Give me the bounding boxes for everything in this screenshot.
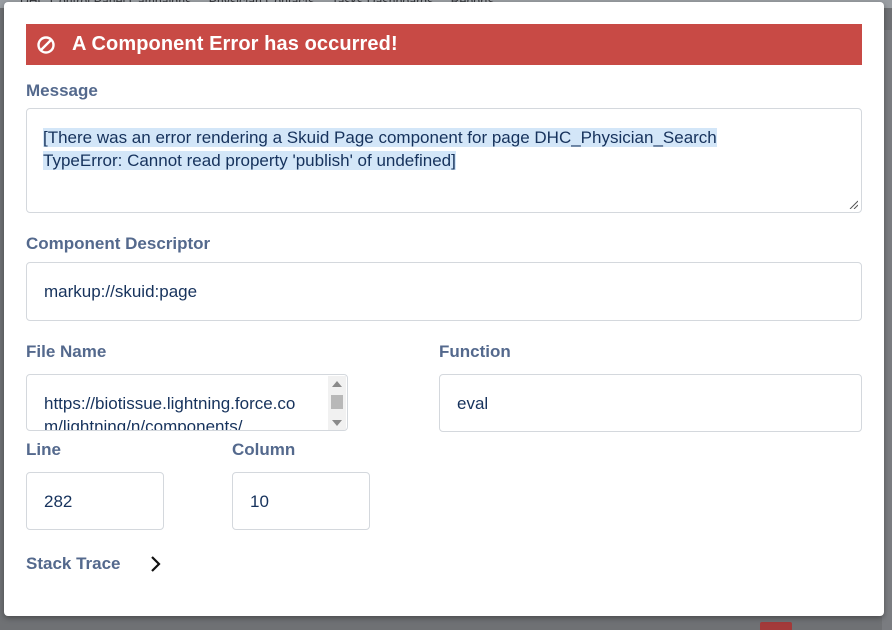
message-line-2: TypeError: Cannot read property 'publish… [43,151,456,170]
component-descriptor-value: markup://skuid:page [44,282,198,301]
chevron-right-icon[interactable] [149,554,163,574]
scroll-up-icon[interactable] [332,381,342,387]
stack-trace-label: Stack Trace [26,554,121,573]
scroll-thumb[interactable] [331,395,343,409]
message-textarea[interactable]: [There was an error rendering a Skuid Pa… [26,108,862,213]
function-label: Function [439,342,511,361]
file-name-field[interactable]: https://biotissue.lightning.force.com/li… [26,374,348,431]
component-descriptor-field[interactable]: markup://skuid:page [26,262,862,321]
line-label: Line [26,440,61,459]
column-value: 10 [250,492,269,511]
error-title: A Component Error has occurred! [72,33,398,55]
error-header: A Component Error has occurred! [26,24,862,65]
message-text: [There was an error rendering a Skuid Pa… [43,126,803,172]
message-label: Message [26,81,98,100]
prohibited-icon [36,35,56,55]
file-name-label: File Name [26,342,107,361]
error-modal: A Component Error has occurred! Message … [4,2,884,616]
resize-grip-icon[interactable] [848,199,858,209]
scroll-down-icon[interactable] [332,420,342,426]
column-label: Column [232,440,296,459]
component-descriptor-label: Component Descriptor [26,234,211,253]
file-name-value: https://biotissue.lightning.force.com/li… [44,394,296,430]
column-field[interactable]: 10 [232,472,370,530]
function-field[interactable]: eval [439,374,862,432]
line-value: 282 [44,492,73,511]
line-field[interactable]: 282 [26,472,164,530]
message-line-1: [There was an error rendering a Skuid Pa… [43,128,717,147]
stack-trace-toggle[interactable]: Stack Trace [26,554,163,574]
file-name-scrollbar[interactable] [328,376,346,430]
function-value: eval [457,394,489,413]
